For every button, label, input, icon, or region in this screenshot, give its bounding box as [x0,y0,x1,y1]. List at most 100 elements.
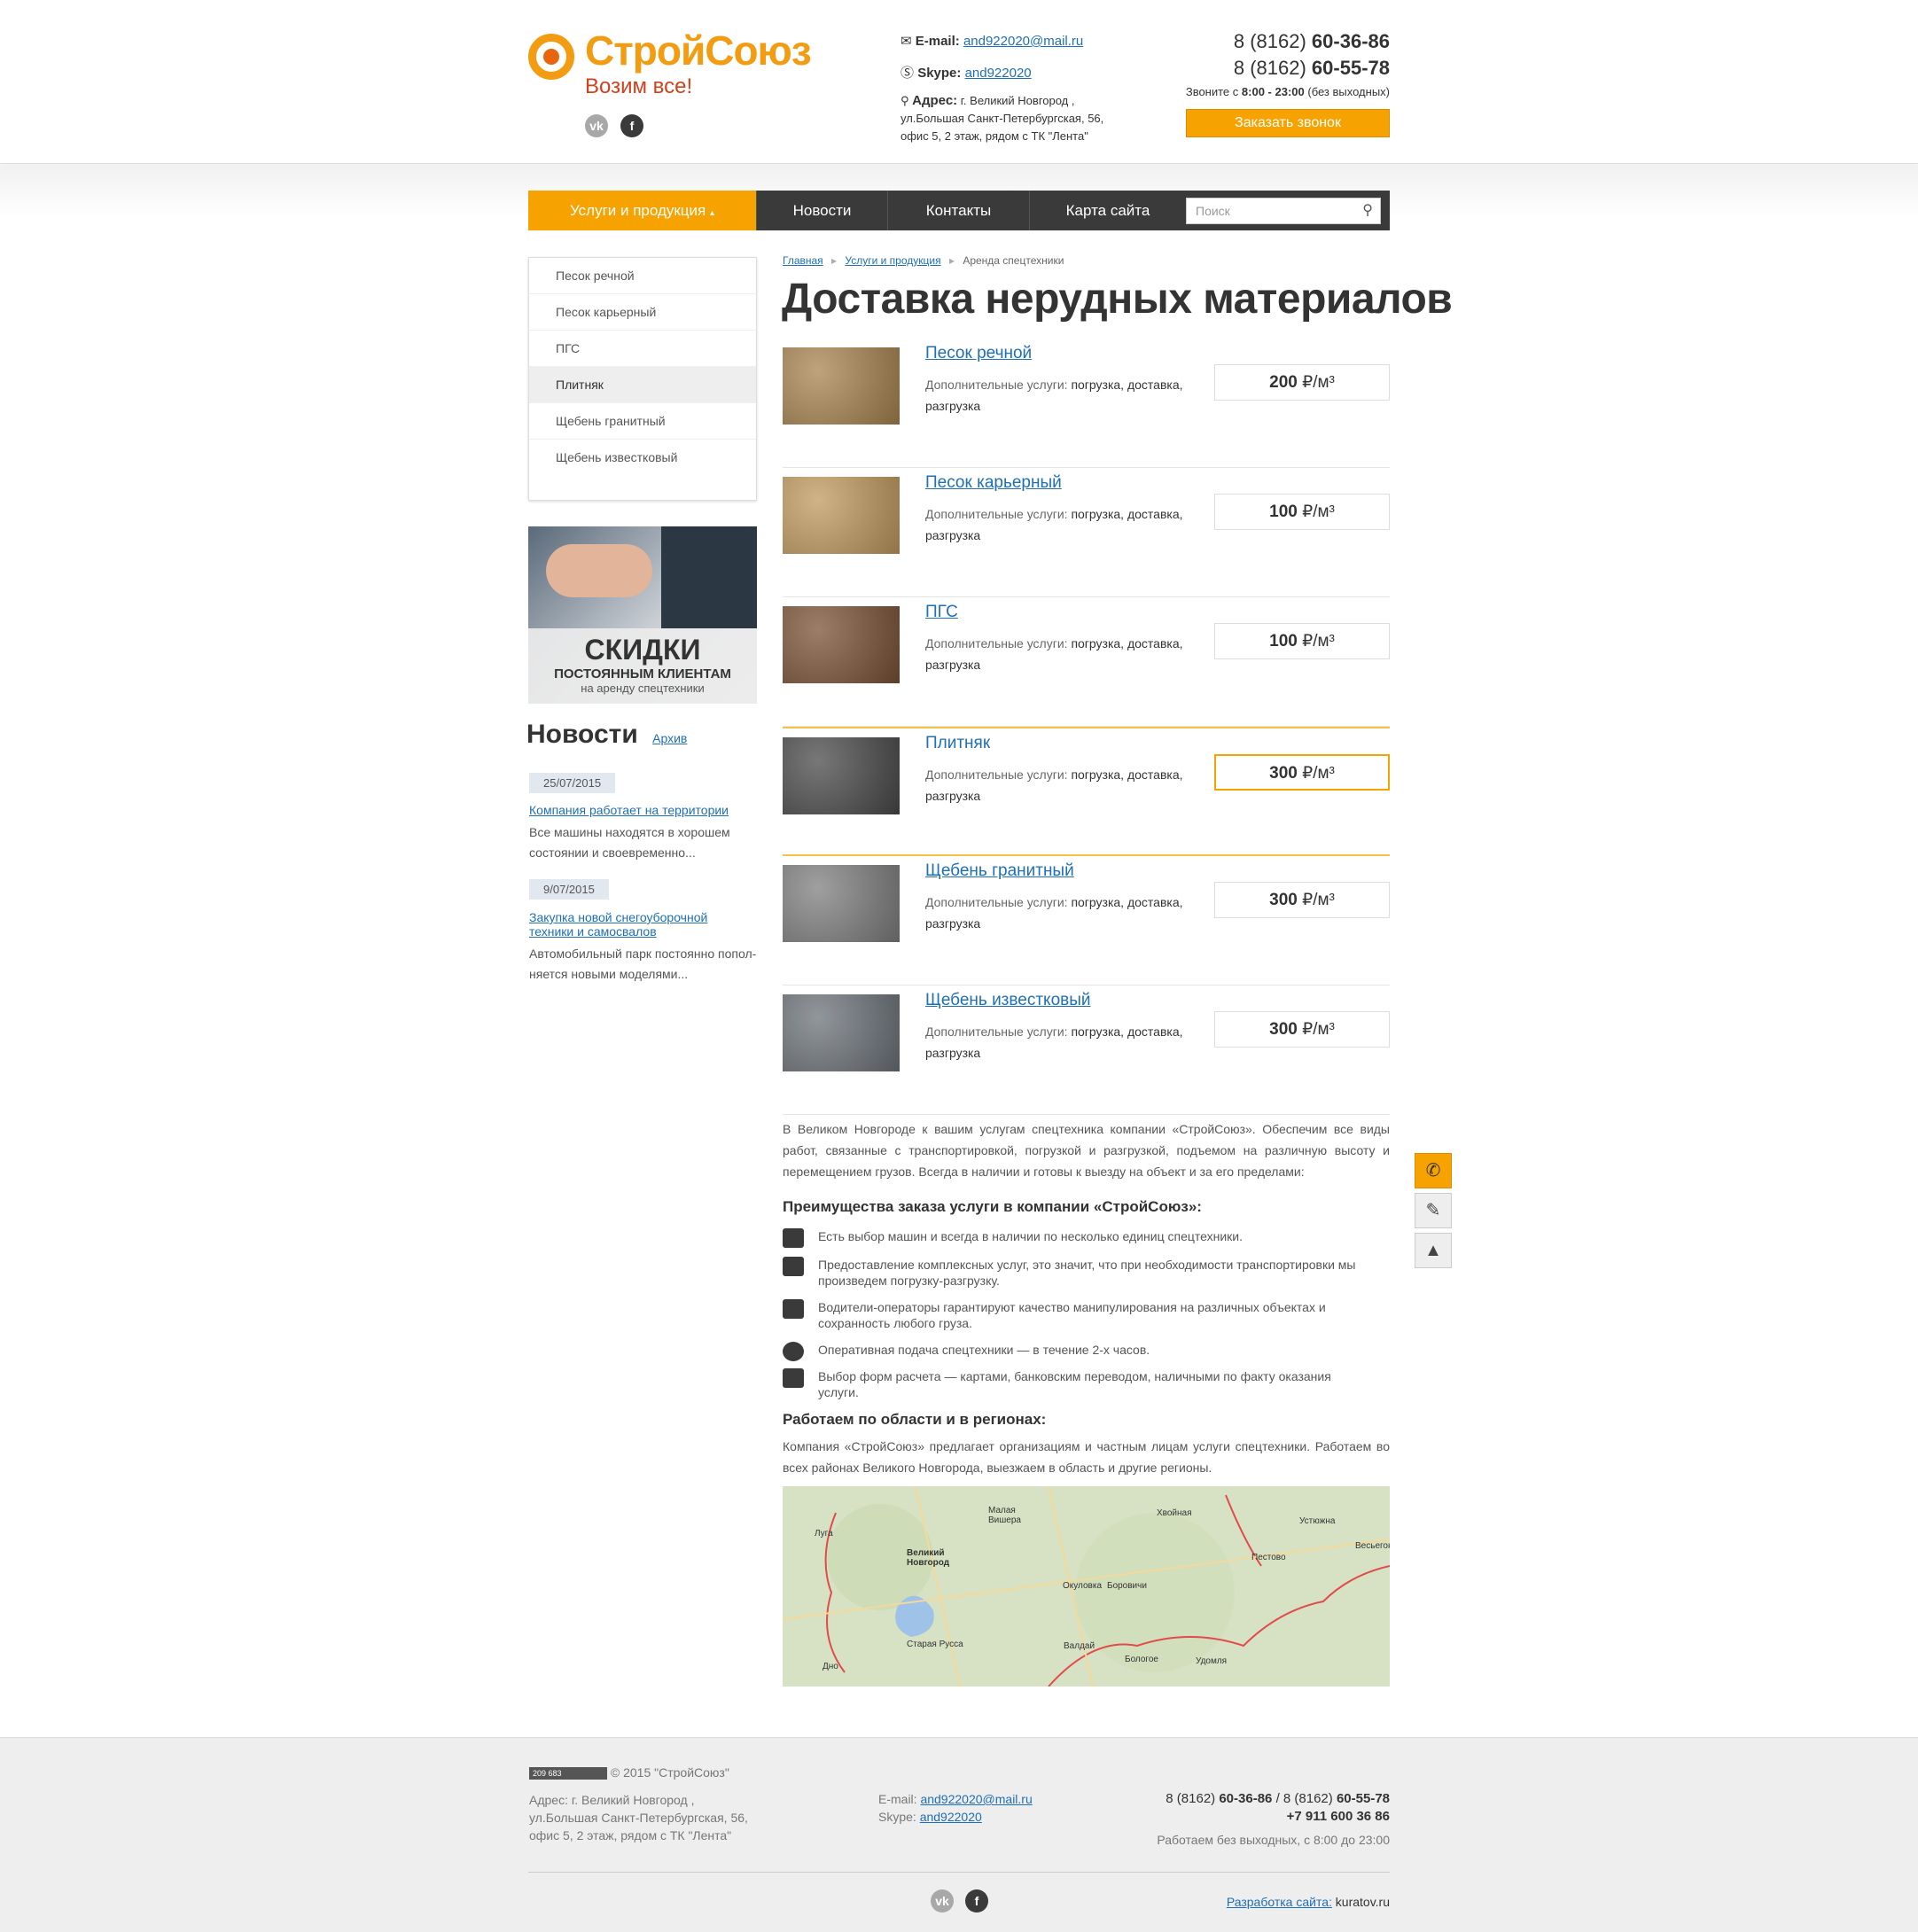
price-value: 100 [1269,502,1298,521]
nav-item-news[interactable]: Новости [757,191,888,230]
footer-email-link[interactable]: and922020@mail.ru [920,1792,1032,1806]
map-label: Весьегонск [1355,1541,1390,1551]
product-row: Щебень известковый Дополнительные услуги:… [783,985,1390,1115]
header-phone-2[interactable]: 8 (8162) 60-55-78 [1234,57,1390,80]
news-excerpt: Все машины находятся в хорошем состоянии… [529,825,730,860]
email-link[interactable]: and922020@mail.ru [963,34,1083,49]
discount-banner[interactable]: СКИДКИ ПОСТОЯННЫМ КЛИЕНТАМ на аренду спе… [528,526,757,704]
product-image[interactable] [783,347,900,425]
product-name-link[interactable]: Щебень известковый [925,991,1091,1010]
services-label: Дополнительные услуги: [925,636,1068,650]
copyright: © 2015 "СтройСоюз" [610,1765,729,1780]
side-menu-item[interactable]: Песок речной [529,258,756,294]
product-name-link[interactable]: Щебень гранитный [925,861,1074,881]
nav-item-contacts[interactable]: Контакты [888,191,1030,230]
product-name-link[interactable]: ПГС [925,603,958,622]
header-phone-1[interactable]: 8 (8162) 60-36-86 [1234,30,1390,53]
footer-phone[interactable]: 60-36-86 [1219,1791,1272,1806]
region-map[interactable]: Луга Малая Вишера Великий Новгород Хвойн… [783,1486,1390,1687]
counter-badge[interactable]: 209 683 [529,1767,607,1780]
footer-phone[interactable]: 60-55-78 [1337,1791,1390,1806]
product-price[interactable]: 300 ₽/м³ [1214,1011,1390,1048]
logo-name[interactable]: СтройСоюз [585,27,812,74]
phone1-code: 8 (8162) [1233,30,1306,52]
map-label: Пестово [1251,1553,1286,1562]
news-excerpt: Автомобильный парк постоянно попол-няетс… [529,947,757,981]
news-title: Новости [526,720,638,749]
services-label: Дополнительные услуги: [925,507,1068,521]
product-image[interactable] [783,994,900,1071]
phone-icon[interactable]: ✆ [1415,1153,1452,1188]
footer-copyright-row: 209 683 © 2015 "СтройСоюз" [529,1764,729,1781]
cards-icon [783,1368,804,1388]
breadcrumb-current: Аренда спецтехники [963,254,1064,267]
search-input[interactable]: Поиск ⚲ [1186,198,1381,224]
address-line3: офис 5, 2 этаж, рядом с ТК "Лента" [901,129,1088,143]
product-name-link[interactable]: Плитняк [925,734,990,753]
vk-icon[interactable]: vk [931,1889,954,1913]
product-price[interactable]: 300 ₽/м³ [1214,754,1390,791]
nav-item-sitemap[interactable]: Карта сайта [1030,191,1186,230]
breadcrumb-services[interactable]: Услуги и продукция [845,254,940,267]
product-image[interactable] [783,606,900,683]
vk-icon[interactable]: vk [585,114,608,137]
price-value: 300 [1269,1020,1298,1039]
news-date: 9/07/2015 [529,879,609,900]
footer-skype-link[interactable]: and922020 [920,1810,982,1824]
news-title-link[interactable]: Закупка новой снегоуборочной техники и с… [529,910,742,939]
side-menu-item-active[interactable]: Плитняк [529,367,756,403]
product-price[interactable]: 100 ₽/м³ [1214,623,1390,659]
news-title-link[interactable]: Компания работает на территории [529,803,742,817]
developer-link[interactable]: Разработка сайта: [1227,1895,1332,1909]
side-menu-item[interactable]: ПГС [529,331,756,367]
footer-hours: Работаем без выходных, с 8:00 до 23:00 [1157,1833,1390,1847]
product-price[interactable]: 300 ₽/м³ [1214,882,1390,918]
address-line2: ул.Большая Санкт-Петербургская, 56, [901,112,1104,125]
price-unit: ₽/м³ [1302,632,1335,650]
order-call-button[interactable]: Заказать звонок [1186,109,1390,137]
price-value: 100 [1269,632,1298,650]
stopwatch-icon [783,1342,804,1361]
footer-mobile-phone[interactable]: +7 911 600 36 86 [1287,1809,1390,1824]
nav-item-services[interactable]: Услуги и продукция ▴ [528,191,757,230]
skype-link[interactable]: and922020 [965,66,1032,81]
facebook-icon[interactable]: f [965,1889,988,1913]
side-menu-item[interactable]: Песок карьерный [529,294,756,331]
product-name-link[interactable]: Песок речной [925,344,1032,363]
product-row: Щебень гранитный Дополнительные услуги: п… [783,856,1390,985]
product-image[interactable] [783,477,900,554]
banner-subtitle: ПОСТОЯННЫМ КЛИЕНТАМ [554,666,731,682]
developer-credit: Разработка сайта: kuratov.ru [1227,1893,1390,1911]
news-date: 25/07/2015 [529,773,616,793]
header-skype: Ⓢ Skype: and922020 [901,63,1032,82]
product-price[interactable]: 100 ₽/м³ [1214,494,1390,530]
address-line1: г. Великий Новгород , [960,94,1075,107]
logo-icon[interactable] [528,34,574,80]
product-price[interactable]: 200 ₽/м³ [1214,364,1390,401]
price-unit: ₽/м³ [1302,764,1335,783]
scroll-top-icon[interactable]: ▲ [1415,1233,1452,1268]
search-icon[interactable]: ⚲ [1362,199,1373,223]
product-services: Дополнительные услуги: погрузка, доставк… [925,503,1200,546]
map-label: Валдай [1064,1641,1095,1651]
advantage-text: Водители-операторы гарантируют качество … [818,1300,1326,1330]
product-image[interactable] [783,865,900,942]
map-label: Удомля [1196,1656,1228,1666]
facebook-icon[interactable]: f [620,114,643,137]
call-hours: Звоните с 8:00 - 23:00 (без выходных) [1186,85,1390,98]
product-name-link[interactable]: Песок карьерный [925,473,1062,493]
news-archive-link[interactable]: Архив [652,731,687,745]
breadcrumb-home[interactable]: Главная [783,254,823,267]
map-label: Окуловка [1063,1581,1103,1591]
product-image[interactable] [783,737,900,814]
product-row: ПГС Дополнительные услуги: погрузка, дост… [783,597,1390,727]
map-label: Великий Новгород [907,1548,950,1568]
services-label: Дополнительные услуги: [925,767,1068,782]
banner-title: СКИДКИ [584,634,701,666]
map-label: Дно [823,1662,838,1671]
footer-skype-label: Skype: [878,1810,916,1824]
side-menu-item[interactable]: Щебень гранитный [529,403,756,440]
edit-pencil-icon[interactable]: ✎ [1415,1193,1452,1228]
price-value: 200 [1269,373,1298,392]
side-menu-item[interactable]: Щебень известковый [529,440,756,476]
